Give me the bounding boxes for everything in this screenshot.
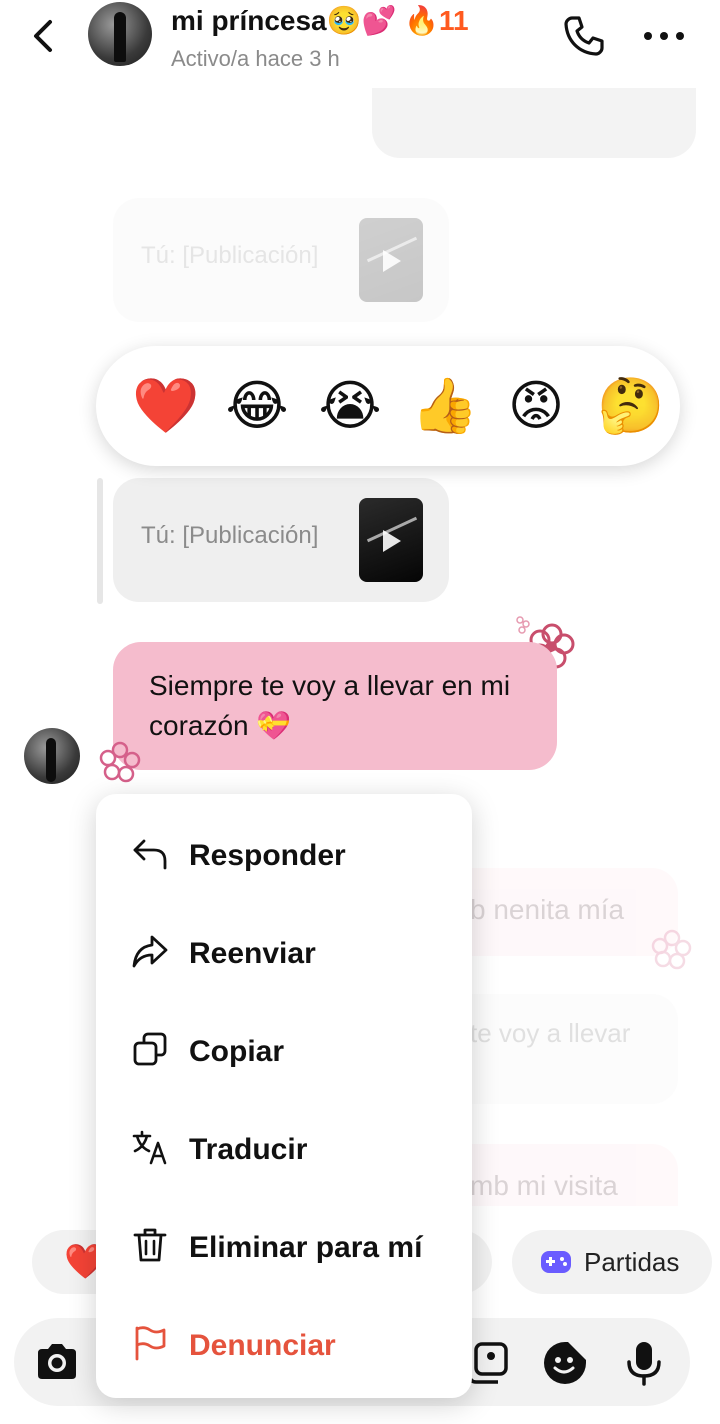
menu-item-label: Eliminar para mí bbox=[189, 1231, 423, 1264]
phone-call-icon[interactable] bbox=[560, 12, 608, 60]
post-thumbnail bbox=[359, 498, 423, 582]
contact-status: Activo/a hace 3 h bbox=[171, 46, 340, 71]
post-label: Tú: [Publicación] bbox=[141, 522, 319, 549]
menu-item-label: Responder bbox=[189, 839, 346, 872]
streak-count: 11 bbox=[439, 5, 469, 36]
sender-avatar[interactable] bbox=[24, 728, 80, 784]
contact-name-text: mi príncesa🥹💕 bbox=[171, 5, 397, 36]
translate-icon bbox=[132, 1130, 167, 1165]
reaction-thinking-icon[interactable]: 🤔 bbox=[597, 374, 664, 438]
menu-item-label: Reenviar bbox=[189, 937, 316, 970]
reply-icon bbox=[133, 839, 167, 870]
gallery-icon[interactable] bbox=[466, 1342, 510, 1384]
reaction-angry-icon[interactable]: 😡 bbox=[504, 374, 568, 438]
message-text: mb mi visita bbox=[470, 1170, 618, 1201]
games-chip[interactable]: Partidas bbox=[512, 1230, 712, 1294]
shared-post-card: Tú: [Publicación] bbox=[113, 198, 449, 322]
microphone-icon[interactable] bbox=[624, 1340, 664, 1386]
flag-icon bbox=[135, 1326, 166, 1361]
menu-item-translate[interactable]: Traducir bbox=[96, 1096, 472, 1194]
image-message bbox=[372, 88, 696, 158]
menu-item-label: Copiar bbox=[189, 1035, 285, 1068]
post-label: Tú: [Publicación] bbox=[141, 242, 319, 269]
message-text: b nenita mía bbox=[470, 894, 625, 925]
camera-icon[interactable] bbox=[34, 1343, 80, 1381]
games-chip-label: Partidas bbox=[584, 1247, 680, 1277]
reaction-laugh-icon[interactable]: 😂 bbox=[225, 374, 289, 438]
flower-sticker-icon bbox=[99, 741, 141, 783]
more-options-icon[interactable] bbox=[640, 14, 688, 58]
menu-item-forward[interactable]: Reenviar bbox=[96, 900, 472, 998]
reaction-cry-icon[interactable]: 😭 bbox=[318, 374, 382, 438]
post-thumbnail bbox=[359, 218, 423, 302]
menu-item-report[interactable]: Denunciar bbox=[96, 1292, 472, 1390]
reaction-thumbs-up-icon[interactable]: 👍 bbox=[411, 374, 478, 438]
streak-fire-icon: 🔥 bbox=[404, 5, 440, 36]
menu-item-label: Denunciar bbox=[189, 1329, 336, 1362]
reaction-heart-icon[interactable]: ❤️ bbox=[132, 374, 199, 438]
contact-avatar[interactable] bbox=[88, 2, 152, 66]
message-context-menu: Responder Reenviar Copiar Traducir Elimi… bbox=[96, 794, 472, 1398]
trash-icon bbox=[133, 1228, 167, 1262]
menu-item-delete[interactable]: Eliminar para mí bbox=[96, 1194, 472, 1292]
gamepad-icon bbox=[541, 1251, 571, 1273]
menu-item-copy[interactable]: Copiar bbox=[96, 998, 472, 1096]
shared-post-card[interactable]: Tú: [Publicación] bbox=[113, 478, 449, 602]
chat-header: mi príncesa🥹💕 🔥11 Activo/a hace 3 h bbox=[0, 0, 720, 88]
message-text: te voy a llevar bbox=[470, 1018, 631, 1048]
forward-icon bbox=[132, 935, 168, 968]
back-arrow-icon[interactable] bbox=[22, 14, 66, 58]
message-bubble[interactable]: Siempre te voy a llevar en mi corazón 💝 bbox=[113, 642, 557, 770]
reaction-picker: ❤️ 😂 😭 👍 😡 🤔 bbox=[96, 346, 680, 466]
menu-item-label: Traducir bbox=[189, 1133, 308, 1166]
flower-sticker-icon bbox=[651, 929, 692, 970]
sticker-icon[interactable] bbox=[542, 1340, 588, 1386]
reply-indicator bbox=[97, 478, 103, 604]
menu-item-reply[interactable]: Responder bbox=[96, 802, 472, 900]
copy-icon bbox=[133, 1032, 167, 1066]
contact-name[interactable]: mi príncesa🥹💕 🔥11 bbox=[171, 4, 469, 37]
